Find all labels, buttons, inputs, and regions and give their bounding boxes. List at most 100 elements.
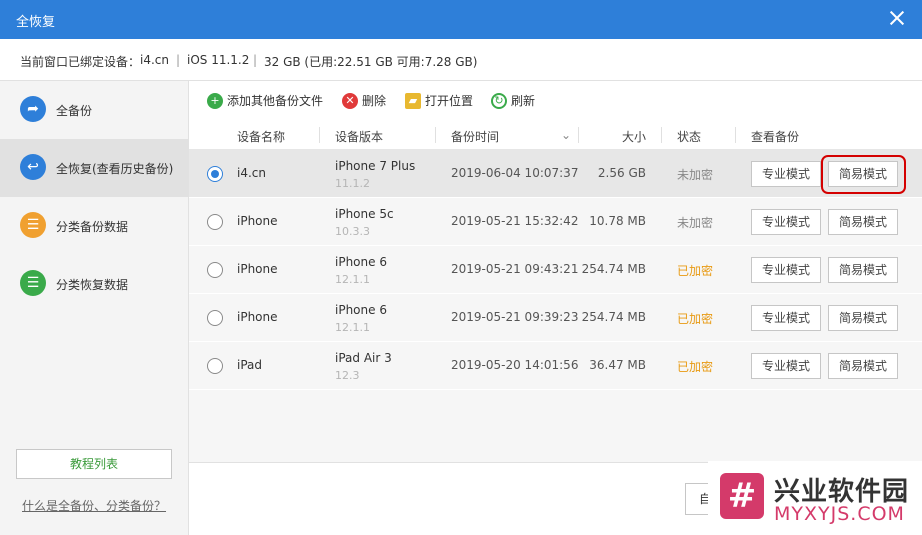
arrow-share-icon: ➦	[20, 96, 46, 122]
header-divider	[578, 127, 579, 143]
watermark-logo: #	[720, 473, 764, 519]
sidebar-item-full-backup[interactable]: ➦ 全备份	[0, 81, 188, 139]
open-location-button[interactable]: ▰ 打开位置	[405, 92, 473, 112]
separator: |	[176, 53, 181, 67]
row-ios: 12.3	[335, 369, 360, 382]
highlight-annotation	[821, 155, 906, 194]
sidebar-item-label: 分类备份数据	[56, 220, 129, 234]
row-size: 36.47 MB	[589, 358, 646, 372]
table-row[interactable]: iPhone iPhone 6 12.1.1 2019-05-21 09:39:…	[189, 294, 922, 342]
row-radio[interactable]	[207, 166, 223, 182]
row-device-name: iPad	[237, 358, 263, 372]
row-device-name: iPhone	[237, 214, 278, 228]
row-model: iPhone 6	[335, 255, 387, 269]
row-model: iPhone 6	[335, 303, 387, 317]
category-backup-icon: ☰	[20, 212, 46, 238]
row-ios: 10.3.3	[335, 225, 370, 238]
sidebar-item-category-restore[interactable]: ☰ 分类恢复数据	[0, 255, 188, 313]
row-time: 2019-05-20 14:01:56	[451, 358, 579, 372]
folder-icon: ▰	[405, 92, 421, 109]
row-size: 254.74 MB	[581, 262, 646, 276]
row-status: 未加密	[677, 216, 714, 230]
header-divider	[319, 127, 320, 143]
row-model: iPad Air 3	[335, 351, 392, 365]
open-location-label: 打开位置	[425, 94, 474, 108]
header-divider	[435, 127, 436, 143]
plus-icon: +	[207, 92, 223, 109]
device-info-bar: 当前窗口已绑定设备： i4.cn | iOS 11.1.2 | 32 GB (已…	[0, 39, 922, 81]
table-row[interactable]: i4.cn iPhone 7 Plus 11.1.2 2019-06-04 10…	[189, 150, 922, 198]
pro-mode-button[interactable]: 专业模式	[751, 161, 821, 187]
easy-mode-button[interactable]: 简易模式	[828, 305, 898, 331]
row-radio[interactable]	[207, 214, 223, 230]
sidebar-item-label: 全恢复(查看历史备份)	[56, 162, 174, 176]
row-size: 2.56 GB	[597, 166, 646, 180]
ios-version: iOS 11.1.2	[187, 53, 250, 67]
pro-mode-button[interactable]: 专业模式	[751, 305, 821, 331]
backup-help-link[interactable]: 什么是全备份、分类备份？	[22, 497, 166, 514]
add-backup-label: 添加其他备份文件	[227, 94, 324, 108]
delete-icon: ✕	[342, 92, 358, 109]
row-radio[interactable]	[207, 262, 223, 278]
header-size[interactable]: 大小	[622, 128, 646, 145]
delete-button[interactable]: ✕ 删除	[342, 92, 386, 112]
pro-mode-button[interactable]: 专业模式	[751, 209, 821, 235]
row-time: 2019-06-04 10:07:37	[451, 166, 579, 180]
refresh-label: 刷新	[511, 94, 536, 108]
pro-mode-button[interactable]: 专业模式	[751, 353, 821, 379]
sidebar-item-category-backup[interactable]: ☰ 分类备份数据	[0, 197, 188, 255]
header-divider	[735, 127, 736, 143]
storage-info: 32 GB (已用:22.51 GB 可用:7.28 GB)	[264, 55, 478, 69]
table-row[interactable]: iPad iPad Air 3 12.3 2019-05-20 14:01:56…	[189, 342, 922, 390]
title-bar: 全恢复	[0, 0, 922, 39]
row-device-name: i4.cn	[237, 166, 266, 180]
toolbar: + 添加其他备份文件 ✕ 删除 ▰ 打开位置 ↻ 刷新	[189, 81, 922, 121]
row-status: 已加密	[677, 360, 714, 374]
header-divider	[661, 127, 662, 143]
close-icon[interactable]	[886, 7, 908, 29]
header-backup-time[interactable]: 备份时间	[451, 128, 499, 145]
sidebar-item-label: 全备份	[56, 104, 93, 118]
row-radio[interactable]	[207, 358, 223, 374]
row-status: 已加密	[677, 264, 714, 278]
sort-chevron-down-icon[interactable]: ⌄	[561, 128, 571, 142]
row-time: 2019-05-21 09:39:23	[451, 310, 579, 324]
row-radio[interactable]	[207, 310, 223, 326]
device-bound-label: 当前窗口已绑定设备：	[20, 55, 141, 69]
table-row[interactable]: iPhone iPhone 5c 10.3.3 2019-05-21 15:32…	[189, 198, 922, 246]
header-device-version[interactable]: 设备版本	[335, 128, 383, 145]
pro-mode-button[interactable]: 专业模式	[751, 257, 821, 283]
separator: |	[253, 53, 258, 67]
add-backup-button[interactable]: + 添加其他备份文件	[207, 92, 323, 112]
watermark-en-text: MYXYJS.COM	[774, 503, 905, 525]
header-view-backup: 查看备份	[751, 130, 800, 144]
row-size: 254.74 MB	[581, 310, 646, 324]
refresh-button[interactable]: ↻ 刷新	[491, 92, 535, 112]
easy-mode-button[interactable]: 简易模式	[828, 353, 898, 379]
refresh-icon: ↻	[491, 92, 507, 109]
header-device-name[interactable]: 设备名称	[237, 128, 285, 145]
header-status[interactable]: 状态	[677, 128, 701, 145]
table-row[interactable]: iPhone iPhone 6 12.1.1 2019-05-21 09:43:…	[189, 246, 922, 294]
row-model: iPhone 7 Plus	[335, 159, 416, 173]
tutorial-list-button[interactable]: 教程列表	[16, 449, 172, 479]
sidebar-item-label: 分类恢复数据	[56, 278, 129, 292]
row-time: 2019-05-21 15:32:42	[451, 214, 579, 228]
row-ios: 11.1.2	[335, 177, 370, 190]
row-device-name: iPhone	[237, 262, 278, 276]
table-header: 设备名称 设备版本 备份时间 ⌄ 大小 状态 查看备份	[189, 121, 922, 150]
sidebar-item-full-restore[interactable]: ↩ 全恢复(查看历史备份)	[0, 139, 188, 197]
delete-label: 删除	[362, 94, 387, 108]
row-status: 未加密	[677, 168, 714, 182]
easy-mode-button[interactable]: 简易模式	[828, 209, 898, 235]
row-size: 10.78 MB	[589, 214, 646, 228]
watermark: # 兴业软件园 MYXYJS.COM	[708, 461, 922, 535]
row-model: iPhone 5c	[335, 207, 394, 221]
window-title: 全恢复	[16, 15, 56, 30]
category-restore-icon: ☰	[20, 270, 46, 296]
row-time: 2019-05-21 09:43:21	[451, 262, 579, 276]
arrow-back-icon: ↩	[20, 154, 46, 180]
row-status: 已加密	[677, 312, 714, 326]
easy-mode-button[interactable]: 简易模式	[828, 257, 898, 283]
sidebar: ➦ 全备份 ↩ 全恢复(查看历史备份) ☰ 分类备份数据 ☰ 分类恢复数据 教程…	[0, 81, 189, 535]
